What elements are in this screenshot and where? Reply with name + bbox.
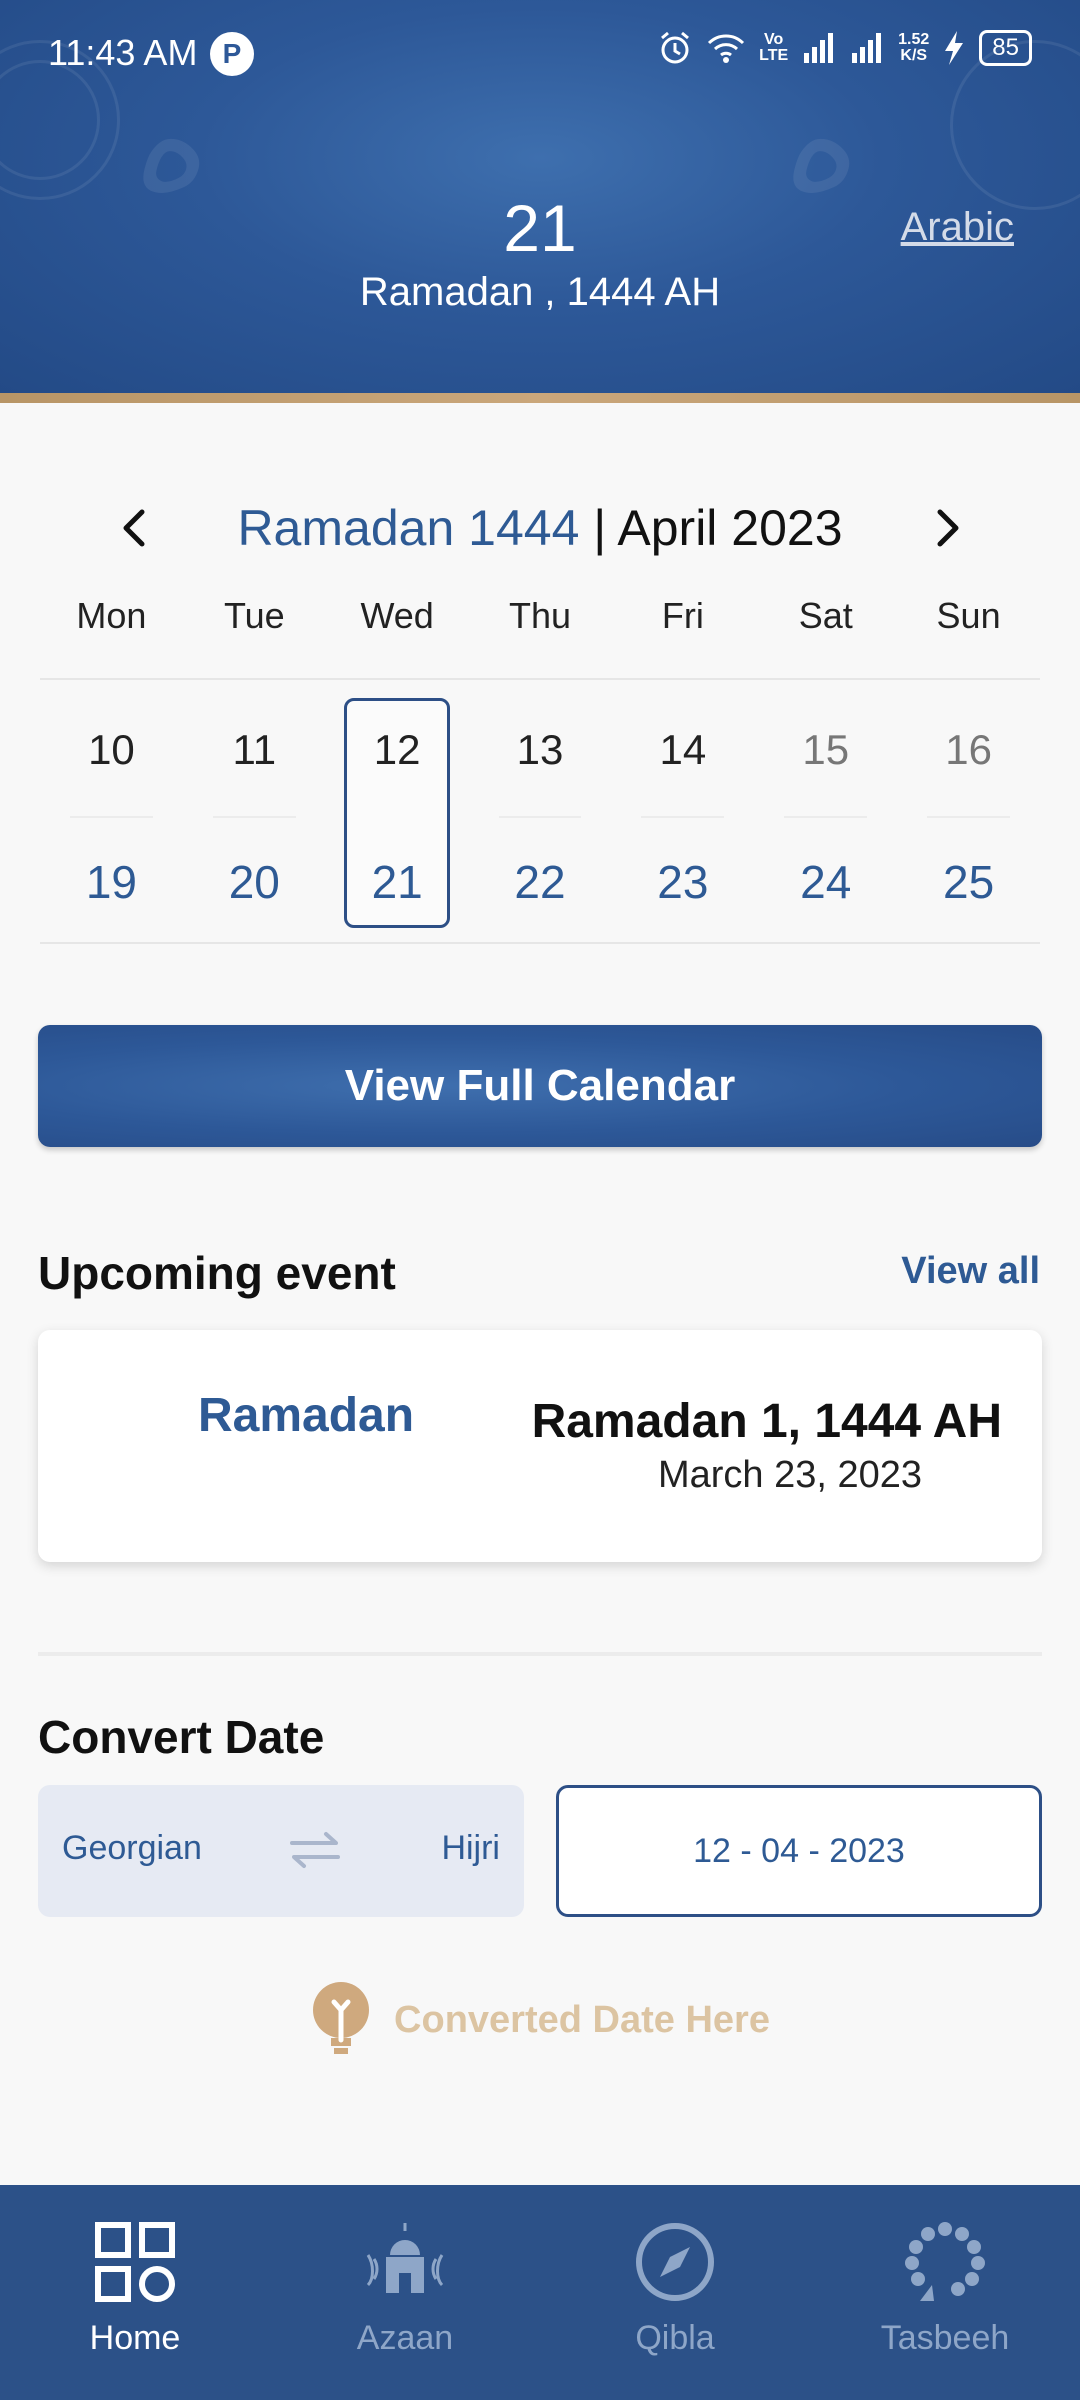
weekday-label: Sun [936, 595, 1001, 636]
converted-date-placeholder: Converted Date Here [394, 1998, 770, 2041]
nav-tasbeeh-label: Tasbeeh [880, 2319, 1010, 2357]
weekday-label: Wed [360, 595, 434, 636]
calendar-day-cell[interactable]: 19 [40, 820, 183, 944]
calendar-day-cell[interactable]: 25 [897, 820, 1040, 944]
battery-indicator: 85 [979, 30, 1032, 66]
tasbeeh-beads-icon [905, 2222, 985, 2301]
calendar-day-cell[interactable]: 14 [611, 680, 754, 820]
app-notification-icon: P [210, 32, 254, 76]
nav-home-label: Home [89, 2319, 181, 2357]
weekday-label: Mon [76, 595, 147, 636]
calendar-day-cell-today[interactable]: 12 [326, 680, 469, 820]
nav-qibla[interactable]: Qibla [540, 2185, 810, 2400]
gregorian-day: 10 [88, 726, 135, 773]
bottom-navigation: Home Azaan Qibla Tasbeeh [0, 2185, 1080, 2400]
view-all-link[interactable]: View all [901, 1250, 1040, 1293]
calendar-day-cell[interactable]: 10 [40, 680, 183, 820]
calendar-day-cell[interactable]: 16 [897, 680, 1040, 820]
chevron-right-icon [937, 509, 959, 547]
status-icons: Vo LTE 1.52 K/S 85 [657, 30, 1032, 66]
signal-icon [804, 33, 834, 63]
hijri-day: 20 [228, 856, 280, 908]
calendar-day-cell-today[interactable]: 21 [326, 820, 469, 944]
event-gregorian-date: March 23, 2023 [657, 1454, 922, 1496]
charging-icon [945, 31, 964, 65]
row-separator [40, 816, 1040, 818]
volte-icon: Vo LTE [759, 31, 789, 64]
calendar-day-cell[interactable]: 15 [754, 680, 897, 820]
section-divider [38, 1652, 1042, 1656]
status-bar: 11:43 AM P Vo LTE 1.52 K/S 85 [0, 0, 1080, 110]
calendar-header: Ramadan 1444 | April 2023 [0, 490, 1080, 570]
gregorian-days-row: 10 11 12 13 14 15 16 [40, 680, 1040, 820]
status-time: 11:43 AM [48, 32, 198, 73]
view-full-calendar-button[interactable]: View Full Calendar [38, 1025, 1042, 1147]
gregorian-day: 14 [659, 726, 707, 773]
calendar-day-cell[interactable]: 11 [183, 680, 326, 820]
gregorian-day: 11 [232, 726, 277, 773]
hijri-days-row: 19 20 21 22 23 24 25 [40, 820, 1040, 944]
hijri-day: 21 [371, 856, 423, 908]
chevron-left-icon [123, 509, 145, 547]
lightbulb-icon [313, 1982, 370, 2054]
compass-icon [636, 2223, 714, 2301]
nav-qibla-label: Qibla [635, 2319, 715, 2357]
convert-to-label: Hijri [441, 1829, 500, 1867]
wifi-icon [708, 34, 745, 63]
upcoming-event-title: Upcoming event [38, 1247, 396, 1299]
home-grid-icon [95, 2222, 175, 2302]
header: ه ه 11:43 AM P Vo LTE 1.52 K/S 85 21 Ramad… [0, 0, 1080, 395]
hijri-day: 25 [943, 856, 995, 908]
calendar-day-cell[interactable]: 20 [183, 820, 326, 944]
previous-month-button[interactable] [106, 498, 166, 558]
hijri-day: 23 [657, 856, 709, 908]
nav-tasbeeh[interactable]: Tasbeeh [810, 2185, 1080, 2400]
calendar-day-cell[interactable]: 13 [469, 680, 612, 820]
nav-azaan[interactable]: Azaan [270, 2185, 540, 2400]
calendar-day-cell[interactable]: 24 [754, 820, 897, 944]
event-hijri-date: Ramadan 1, 1444 AH [531, 1395, 1002, 1448]
signal-icon-2 [852, 33, 882, 63]
hijri-day: 19 [85, 856, 138, 908]
header-hijri-month-year: Ramadan , 1444 AH [359, 270, 721, 314]
calendar-week-grid: 10 11 12 13 14 15 16 19 20 21 22 23 24 2… [40, 678, 1040, 944]
gregorian-day: 16 [945, 726, 992, 773]
calendar-hijri-title: Ramadan 1444 [237, 500, 580, 556]
weekday-label: Tue [223, 595, 285, 636]
next-month-button[interactable] [916, 498, 976, 558]
swap-arrows-icon[interactable] [288, 1825, 342, 1875]
conversion-direction-toggle[interactable]: Georgian Hijri [38, 1785, 524, 1917]
hijri-day: 22 [514, 856, 566, 908]
calendar-day-cell[interactable]: 23 [611, 820, 754, 944]
convert-from-label: Georgian [62, 1829, 202, 1867]
gregorian-day: 15 [802, 726, 850, 773]
gregorian-day: 13 [516, 726, 564, 773]
calendar-title-separator: | [579, 500, 618, 556]
weekday-label: Fri [661, 595, 704, 636]
header-gold-divider [0, 393, 1080, 403]
event-name: Ramadan [198, 1389, 415, 1442]
weekday-header: Mon Tue Wed Thu Fri Sat Sun [40, 595, 1040, 637]
calendar-greg-title: April 2023 [617, 500, 843, 556]
hijri-day: 24 [800, 856, 852, 908]
calendar-day-cell[interactable]: 22 [469, 820, 612, 944]
converted-date-result: Converted Date Here [0, 1980, 1080, 2060]
network-speed: 1.52 K/S [898, 31, 930, 64]
weekday-label: Sat [798, 595, 853, 636]
convert-date-title: Convert Date [38, 1711, 325, 1763]
gregorian-day: 12 [373, 726, 421, 773]
nav-home[interactable]: Home [0, 2185, 270, 2400]
weekday-label: Thu [508, 595, 572, 636]
nav-azaan-label: Azaan [356, 2319, 454, 2357]
event-card[interactable]: Ramadan Ramadan 1, 1444 AH March 23, 202… [38, 1330, 1042, 1562]
alarm-icon [661, 31, 690, 64]
arabic-language-link[interactable]: Arabic [901, 205, 1014, 250]
date-input-field[interactable]: 12 - 04 - 2023 [556, 1785, 1042, 1917]
mosque-icon [366, 2223, 444, 2293]
